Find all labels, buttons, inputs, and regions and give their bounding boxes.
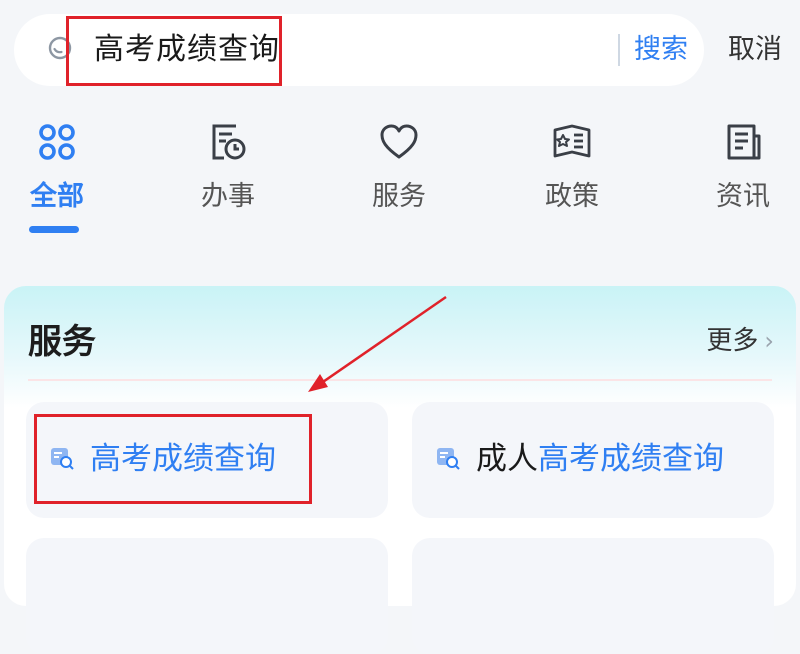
tab-policy[interactable]: 政策 <box>512 110 632 240</box>
tab-news[interactable]: 资讯 <box>683 110 800 240</box>
service-search-icon <box>437 448 460 470</box>
search-divider <box>618 34 620 66</box>
tab-label: 服务 <box>372 181 426 212</box>
news-document-icon <box>727 124 761 160</box>
search-icon <box>48 36 72 60</box>
search-input[interactable]: 高考成绩查询 <box>94 30 280 70</box>
cancel-button[interactable]: 取消 <box>728 30 782 70</box>
service-label: 成人高考成绩查询 <box>476 436 724 482</box>
category-tabs: 全部 办事 服务 政策 资讯 <box>0 110 800 250</box>
service-label: 高考成绩查询 <box>90 436 276 482</box>
task-clock-icon <box>212 124 246 160</box>
service-item[interactable]: 高考成绩查询 <box>26 402 388 518</box>
heart-icon <box>380 124 418 159</box>
tab-services[interactable]: 服务 <box>339 110 459 240</box>
service-item-partial[interactable] <box>26 538 388 654</box>
tab-label: 政策 <box>545 181 599 212</box>
section-divider <box>28 379 772 381</box>
services-card: 服务 更多 › 高考成绩查询 成人高考成绩查询 <box>4 286 796 654</box>
tab-label: 全部 <box>30 181 84 212</box>
search-button[interactable]: 搜索 <box>634 30 688 70</box>
section-title: 服务 <box>28 322 96 362</box>
more-label: 更多 <box>706 326 759 356</box>
search-box[interactable]: 高考成绩查询 搜索 <box>14 14 704 86</box>
tab-label: 办事 <box>201 181 255 212</box>
grid-icon <box>39 124 75 160</box>
tab-affairs[interactable]: 办事 <box>168 110 288 240</box>
service-label-prefix: 成人 <box>476 441 538 477</box>
search-row: 高考成绩查询 搜索 取消 <box>0 0 800 100</box>
service-label-match: 高考成绩查询 <box>538 441 724 477</box>
service-item-partial[interactable] <box>412 538 774 654</box>
tab-label: 资讯 <box>716 181 770 212</box>
service-search-icon <box>51 448 74 470</box>
tab-all[interactable]: 全部 <box>0 110 117 240</box>
service-item[interactable]: 成人高考成绩查询 <box>412 402 774 518</box>
chevron-right-icon: › <box>764 327 774 355</box>
policy-book-icon <box>553 124 591 158</box>
active-tab-indicator <box>29 226 79 233</box>
more-link[interactable]: 更多 › <box>706 320 774 357</box>
service-label-match: 高考成绩查询 <box>90 441 276 477</box>
